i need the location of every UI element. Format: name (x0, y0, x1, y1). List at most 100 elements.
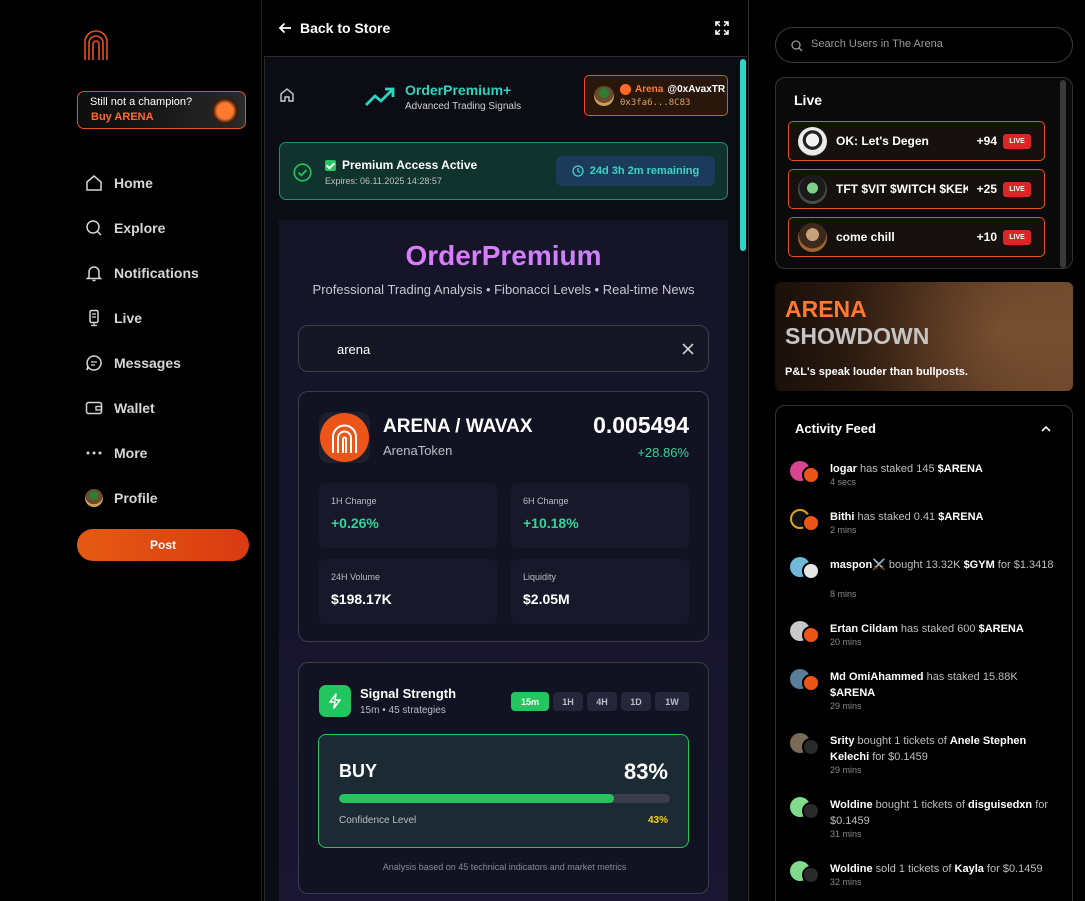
premium-panel: OrderPremium+ Advanced Trading Signals A… (264, 56, 747, 901)
feed-user[interactable]: logar (830, 463, 857, 475)
arena-logo-icon[interactable] (82, 28, 110, 62)
signal-icon-tile (319, 685, 351, 717)
nav-explore-label: Explore (114, 219, 166, 236)
home-icon[interactable] (279, 87, 295, 103)
arena-showdown-banner[interactable]: ARENA SHOWDOWN P&L's speak louder than b… (775, 282, 1073, 391)
live-item[interactable]: TFT $VIT $WITCH $KEKW +25 LIVE (788, 169, 1045, 209)
promo-image (211, 97, 239, 125)
token-price: 0.005494 (593, 412, 689, 438)
wallet-name: Arena (635, 84, 664, 95)
live-scrollbar[interactable] (1060, 80, 1066, 268)
feed-object[interactable]: $ARENA (938, 463, 983, 475)
trending-up-icon (365, 87, 395, 106)
timeframe-1w[interactable]: 1W (655, 692, 689, 711)
feed-object[interactable]: $ARENA (979, 623, 1024, 635)
feed-user[interactable]: maspon⚔️ (830, 559, 886, 571)
center-column: Back to Store OrderPremium+ Advanced Tra… (262, 0, 749, 901)
live-badge: LIVE (1003, 230, 1031, 245)
timeframe-1d[interactable]: 1D (621, 692, 651, 711)
buy-arena-promo[interactable]: Still not a champion? Buy ARENA (77, 91, 246, 129)
live-avatar (798, 223, 827, 252)
nav-explore[interactable]: Explore (85, 205, 199, 250)
feed-time: 29 mins (830, 701, 862, 711)
timeframe-1h[interactable]: 1H (553, 692, 583, 711)
close-icon[interactable] (682, 343, 694, 355)
nav-home-label: Home (114, 174, 153, 191)
stat-label: 24H Volume (331, 572, 381, 582)
chevron-up-icon[interactable] (1040, 423, 1052, 435)
feed-user[interactable]: Md OmiAhammed (830, 671, 924, 683)
feed-action: bought 13.32K (885, 559, 964, 571)
back-to-store-button[interactable]: Back to Store (278, 20, 390, 36)
post-button[interactable]: Post (77, 529, 249, 561)
ticket-icon (802, 738, 820, 756)
feed-user[interactable]: Bithi (830, 511, 854, 523)
feed-user[interactable]: Srity (830, 735, 854, 747)
token-search (298, 325, 709, 372)
stat-label: 1H Change (331, 496, 377, 506)
nav-live[interactable]: Live (85, 295, 199, 340)
promo-cta: Buy ARENA (91, 111, 154, 123)
feed-action: has staked 15.88K (923, 671, 1018, 683)
access-expires: Expires: 06.11.2025 14:28:57 (325, 176, 442, 186)
feed-object[interactable]: $ARENA (830, 687, 875, 699)
wallet-badge[interactable]: Arena @0xAvaxTR 0x3fa6...8C83 (584, 75, 728, 116)
nav-profile[interactable]: Profile (85, 475, 199, 520)
wallet-avatar (594, 86, 614, 106)
feed-text: logar has staked 145 $ARENA (830, 461, 1060, 477)
feed-time: 2 mins (830, 525, 857, 535)
home-icon (86, 174, 102, 191)
token-icon (802, 562, 820, 580)
feed-object[interactable]: $ARENA (938, 511, 983, 523)
feed-title: Activity Feed (795, 421, 876, 436)
wallet-address: 0x3fa6...8C83 (620, 98, 691, 108)
analysis-footnote: Analysis based on 45 technical indicator… (382, 862, 627, 872)
timeframe-4h[interactable]: 4H (587, 692, 617, 711)
stat-value: +10.18% (523, 515, 579, 531)
user-search (775, 27, 1073, 63)
live-item-name: TFT $VIT $WITCH $KEKW (836, 182, 968, 196)
user-search-input[interactable] (811, 38, 1061, 50)
nav-messages[interactable]: Messages (85, 340, 199, 385)
feed-user[interactable]: Woldine (830, 863, 873, 875)
banner-tagline: P&L's speak louder than bullposts. (785, 366, 968, 378)
checkbox-icon (325, 159, 336, 171)
live-item[interactable]: come chill +10 LIVE (788, 217, 1045, 257)
feed-object[interactable]: Kayla (955, 863, 984, 875)
feed-user[interactable]: Ertan Cildam (830, 623, 898, 635)
brand-name: OrderPremium+ (405, 82, 512, 98)
scrollbar-thumb[interactable] (740, 59, 746, 251)
feed-object[interactable]: disguisedxn (968, 799, 1032, 811)
nav-home[interactable]: Home (85, 160, 199, 205)
expand-icon[interactable] (714, 20, 730, 36)
remaining-time: 24d 3h 2m remaining (589, 165, 700, 177)
token-search-input[interactable] (337, 340, 657, 358)
feed-text: Woldine bought 1 tickets of disguisedxn … (830, 797, 1060, 829)
wallet-handle: @0xAvaxTR (667, 84, 726, 95)
live-title: Live (794, 92, 823, 108)
back-label: Back to Store (300, 20, 391, 36)
brand-subtitle: Advanced Trading Signals (405, 101, 522, 112)
hero-title: OrderPremium (279, 240, 728, 272)
feed-time: 29 mins (830, 765, 862, 775)
feed-action: bought 1 tickets of (872, 799, 968, 811)
feed-time: 8 mins (830, 589, 857, 599)
feed-action: has staked 145 (856, 463, 938, 475)
check-circle-icon (293, 163, 312, 182)
stat-24h-volume: 24H Volume $198.17K (319, 559, 497, 624)
nav-more[interactable]: More (85, 430, 199, 475)
feed-object[interactable]: $GYM (964, 559, 995, 571)
feed-action: bought 1 tickets of (854, 735, 950, 747)
nav-more-label: More (114, 444, 148, 461)
signal-strength-bar (339, 794, 670, 803)
feed-user[interactable]: Woldine (830, 799, 873, 811)
clock-icon (572, 165, 584, 177)
timeframe-15m[interactable]: 15m (511, 692, 549, 711)
profile-avatar (85, 488, 103, 507)
nav-notifications[interactable]: Notifications (85, 250, 199, 295)
live-item[interactable]: OK: Let's Degen +94 LIVE (788, 121, 1045, 161)
live-item-count: +94 (976, 134, 997, 148)
nav-wallet[interactable]: Wallet (85, 385, 199, 430)
feed-text: Woldine sold 1 tickets of Kayla for $0.1… (830, 861, 1060, 877)
token-logo (319, 412, 370, 463)
